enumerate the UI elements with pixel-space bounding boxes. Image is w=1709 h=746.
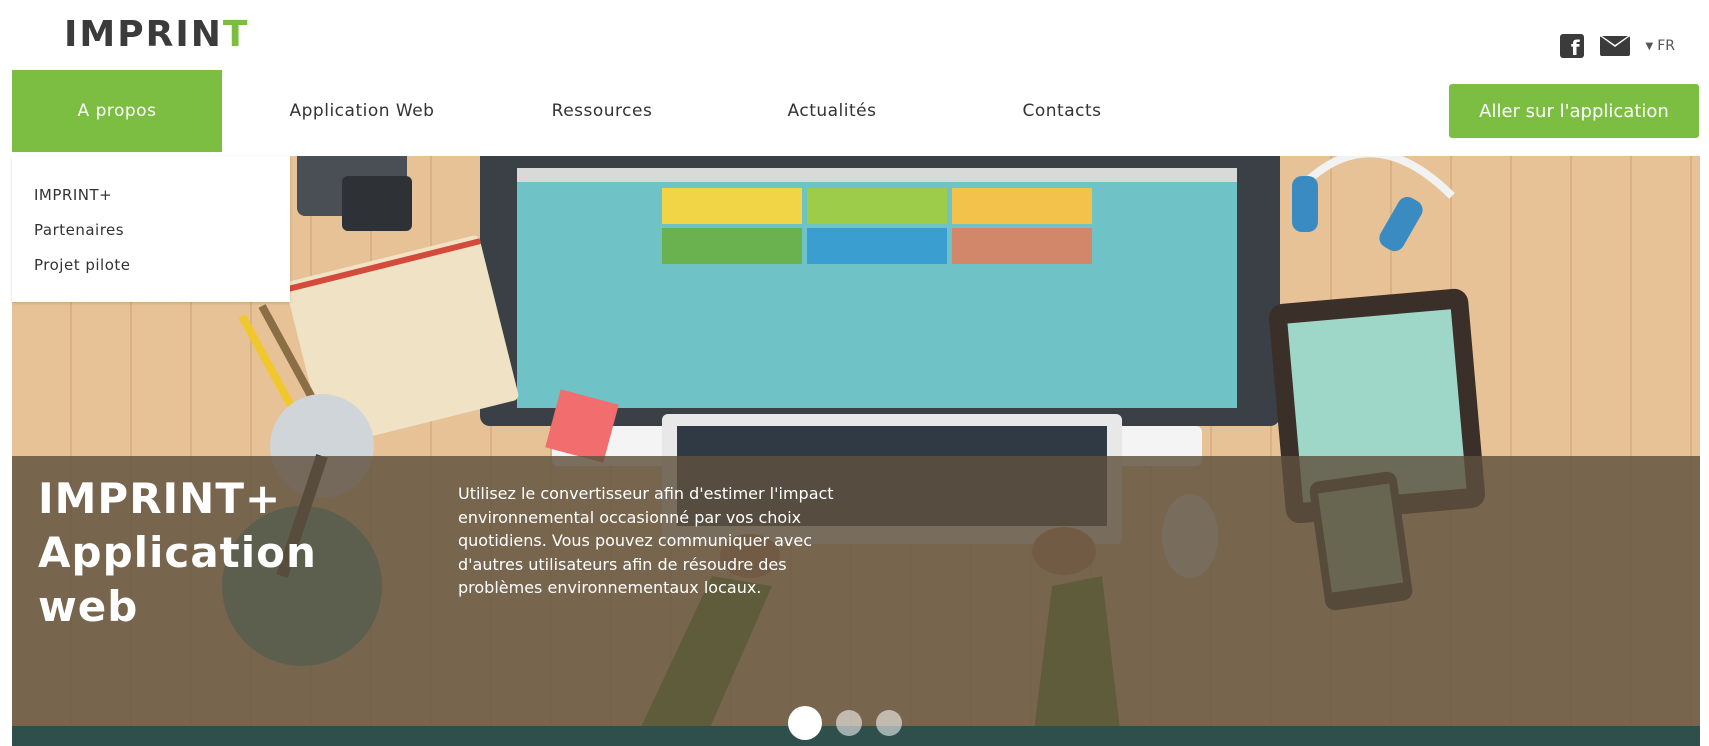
mail-icon[interactable]	[1599, 36, 1630, 56]
caret-down-icon: ▼	[1645, 40, 1654, 52]
about-dropdown-menu: IMPRINT+ Partenaires Projet pilote	[12, 156, 290, 302]
hero-title: IMPRINT+ Application web	[38, 474, 317, 631]
nav-item-a-propos[interactable]: A propos	[12, 70, 222, 152]
hero-description: Utilisez le convertisseur afin d'estimer…	[458, 484, 834, 597]
logo-plus: T	[222, 14, 250, 55]
language-selector[interactable]: ▼ FR	[1646, 38, 1675, 54]
logo[interactable]: IMPRINT	[64, 14, 249, 55]
headphones-illustration	[1292, 156, 1455, 252]
logo-text: IMPRIN	[64, 14, 223, 55]
carousel-dot-3[interactable]	[876, 710, 902, 736]
dropdown-item-projet-pilote[interactable]: Projet pilote	[34, 256, 131, 274]
carousel-dot-2[interactable]	[836, 710, 862, 736]
nav-item-application-web[interactable]: Application Web	[222, 70, 502, 152]
go-to-app-button[interactable]: Aller sur l'application	[1449, 84, 1699, 138]
dropdown-item-imprint[interactable]: IMPRINT+	[34, 186, 112, 204]
language-label: FR	[1657, 38, 1675, 54]
top-utility-bar: f ▼ FR	[1559, 34, 1675, 60]
nav-item-ressources[interactable]: Ressources	[502, 70, 702, 152]
dropdown-item-partenaires[interactable]: Partenaires	[34, 221, 124, 239]
main-nav: A propos Application Web Ressources Actu…	[12, 70, 1699, 152]
carousel-indicators	[788, 706, 902, 740]
facebook-icon[interactable]: f	[1559, 34, 1584, 60]
camera-illustration	[297, 156, 412, 231]
nav-item-contacts[interactable]: Contacts	[962, 70, 1162, 152]
nav-item-actualites[interactable]: Actualités	[702, 70, 962, 152]
carousel-dot-1[interactable]	[788, 706, 822, 740]
